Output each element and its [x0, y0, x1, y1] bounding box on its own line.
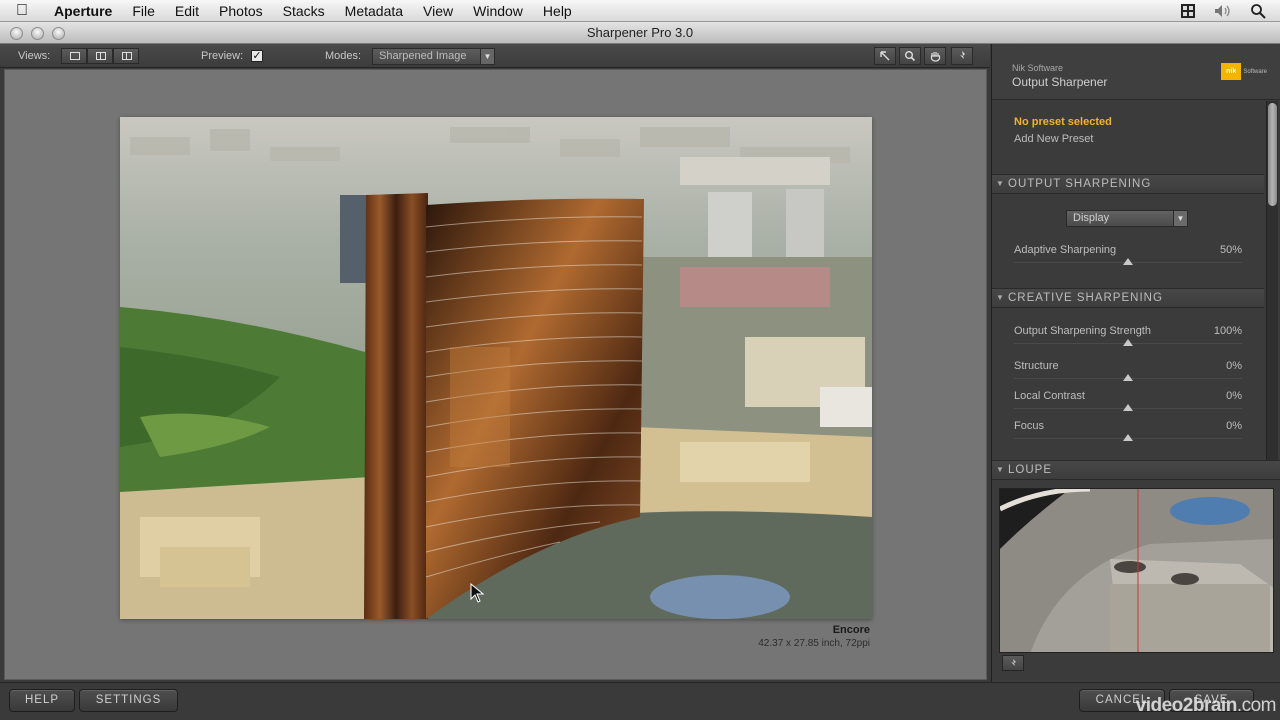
- photo-preview[interactable]: [120, 117, 872, 619]
- scrollbar-knob[interactable]: [1268, 103, 1277, 206]
- focus-slider[interactable]: Focus 0%: [1014, 420, 1242, 450]
- creative-sharpening-title: CREATIVE SHARPENING: [1008, 292, 1163, 304]
- output-sharpener-panel: Nik Software Output Sharpener nik Softwa…: [991, 44, 1280, 682]
- slider-thumb[interactable]: [1123, 374, 1133, 381]
- pin-icon: [1010, 659, 1016, 667]
- slider-label: Adaptive Sharpening: [1014, 244, 1117, 256]
- disclosure-triangle-icon: ▼: [996, 465, 1005, 474]
- panel-title: Output Sharpener: [1012, 75, 1108, 89]
- mouse-cursor-icon: [470, 583, 484, 603]
- nik-logo-mark: nik: [1221, 63, 1242, 80]
- add-new-preset-link[interactable]: Add New Preset: [1014, 133, 1093, 145]
- watermark-domain: .com: [1236, 695, 1277, 716]
- pin-icon: [959, 51, 965, 60]
- slider-value: 100%: [1213, 325, 1242, 337]
- slider-label: Structure: [1014, 360, 1059, 372]
- video2brain-watermark: video2brain.com: [1135, 695, 1277, 717]
- single-view-button[interactable]: [61, 48, 87, 64]
- menu-bar:  Aperture File Edit Photos Stacks Metad…: [0, 0, 1280, 22]
- output-type-select[interactable]: Display ▼: [1066, 210, 1188, 227]
- slider-label: Output Sharpening Strength: [1014, 325, 1151, 337]
- single-view-icon: [70, 52, 80, 60]
- city-photo-image: [120, 117, 872, 619]
- views-label: Views:: [18, 50, 51, 62]
- vendor-label: Nik Software: [1012, 63, 1064, 73]
- disclosure-triangle-icon: ▼: [996, 293, 1005, 302]
- preview-label: Preview:: [201, 50, 244, 62]
- side-by-side-view-icon: [122, 52, 132, 60]
- output-sharpening-title: OUTPUT SHARPENING: [1008, 178, 1152, 190]
- watermark-brand: video2brain: [1135, 695, 1238, 716]
- chevron-down-icon: ▼: [480, 49, 494, 64]
- slider-thumb[interactable]: [1123, 339, 1133, 346]
- loupe-tool-button[interactable]: [951, 47, 973, 65]
- volume-icon[interactable]: [1214, 4, 1232, 18]
- image-canvas[interactable]: Encore 42.37 x 27.85 inch, 72ppi: [4, 69, 987, 680]
- preview-checkbox[interactable]: ✓: [251, 50, 263, 62]
- disclosure-triangle-icon: ▼: [996, 179, 1005, 188]
- output-sharpening-strength-slider[interactable]: Output Sharpening Strength 100%: [1014, 325, 1242, 355]
- split-view-button[interactable]: [87, 48, 113, 64]
- output-sharpening-section-header[interactable]: ▼ OUTPUT SHARPENING: [992, 174, 1264, 194]
- grid-app-icon[interactable]: [1180, 3, 1196, 19]
- nik-logo-sub: Software: [1243, 68, 1267, 75]
- preset-current[interactable]: No preset selected: [1014, 116, 1112, 128]
- menu-edit[interactable]: Edit: [165, 0, 209, 22]
- hand-tool-button[interactable]: [924, 47, 946, 65]
- slider-value: 0%: [1226, 360, 1242, 372]
- panel-scrollbar[interactable]: [1266, 101, 1278, 461]
- pointer-tool-button[interactable]: [874, 47, 896, 65]
- menu-stacks[interactable]: Stacks: [273, 0, 335, 22]
- zoom-tool-button[interactable]: [899, 47, 921, 65]
- menu-file[interactable]: File: [122, 0, 165, 22]
- loupe-pin-button[interactable]: [1002, 655, 1024, 671]
- bottom-bar: HELP SETTINGS CANCEL SAVE video2brain.co…: [0, 682, 1280, 720]
- output-type-value: Display: [1073, 212, 1110, 224]
- slider-thumb[interactable]: [1123, 258, 1133, 265]
- spotlight-search-icon[interactable]: [1250, 3, 1266, 19]
- image-dimensions: 42.37 x 27.85 inch, 72ppi: [758, 638, 870, 649]
- menu-metadata[interactable]: Metadata: [335, 0, 413, 22]
- menu-view[interactable]: View: [413, 0, 463, 22]
- settings-button[interactable]: SETTINGS: [79, 689, 178, 712]
- slider-thumb[interactable]: [1123, 434, 1133, 441]
- creative-sharpening-section-header[interactable]: ▼ CREATIVE SHARPENING: [992, 288, 1264, 308]
- menu-window[interactable]: Window: [463, 0, 533, 22]
- preset-area: No preset selected Add New Preset: [992, 101, 1264, 175]
- magnifier-icon: [905, 51, 916, 62]
- nik-software-logo: nik Software: [1221, 63, 1267, 80]
- slider-label: Local Contrast: [1014, 390, 1085, 402]
- image-caption: Encore 42.37 x 27.85 inch, 72ppi: [758, 624, 870, 649]
- slider-thumb[interactable]: [1123, 404, 1133, 411]
- modes-label: Modes:: [325, 50, 362, 62]
- slider-value: 0%: [1226, 420, 1242, 432]
- image-name: Encore: [832, 624, 870, 636]
- chevron-down-icon: ▼: [1173, 211, 1187, 226]
- help-button[interactable]: HELP: [9, 689, 75, 712]
- slider-value: 50%: [1219, 244, 1242, 256]
- loupe-preview[interactable]: [999, 488, 1274, 653]
- modes-select[interactable]: Sharpened Image ▼: [372, 48, 495, 65]
- adaptive-sharpening-slider[interactable]: Adaptive Sharpening 50%: [1014, 244, 1242, 274]
- panel-header: Nik Software Output Sharpener nik Softwa…: [992, 44, 1280, 100]
- menu-help[interactable]: Help: [533, 0, 582, 22]
- window-title: Sharpener Pro 3.0: [586, 25, 694, 40]
- hand-icon: [930, 52, 941, 62]
- loupe-title: LOUPE: [1008, 464, 1052, 476]
- arrow-pointer-icon: [880, 51, 890, 61]
- menu-photos[interactable]: Photos: [209, 0, 273, 22]
- local-contrast-slider[interactable]: Local Contrast 0%: [1014, 390, 1242, 420]
- modes-select-value: Sharpened Image: [379, 50, 467, 62]
- loupe-section-header[interactable]: ▼ LOUPE: [992, 460, 1280, 480]
- loupe-zoom-image: [1000, 489, 1273, 652]
- split-view-icon: [96, 52, 106, 60]
- toolbar: Views: Preview: ✓ Modes: Sharpened Image…: [0, 44, 990, 68]
- slider-value: 0%: [1226, 390, 1242, 402]
- apple-icon[interactable]: : [0, 2, 44, 20]
- structure-slider[interactable]: Structure 0%: [1014, 360, 1242, 390]
- menu-app-name[interactable]: Aperture: [44, 3, 122, 19]
- slider-label: Focus: [1014, 420, 1044, 432]
- side-by-side-view-button[interactable]: [113, 48, 139, 64]
- window-title-bar: Sharpener Pro 3.0: [0, 22, 1280, 44]
